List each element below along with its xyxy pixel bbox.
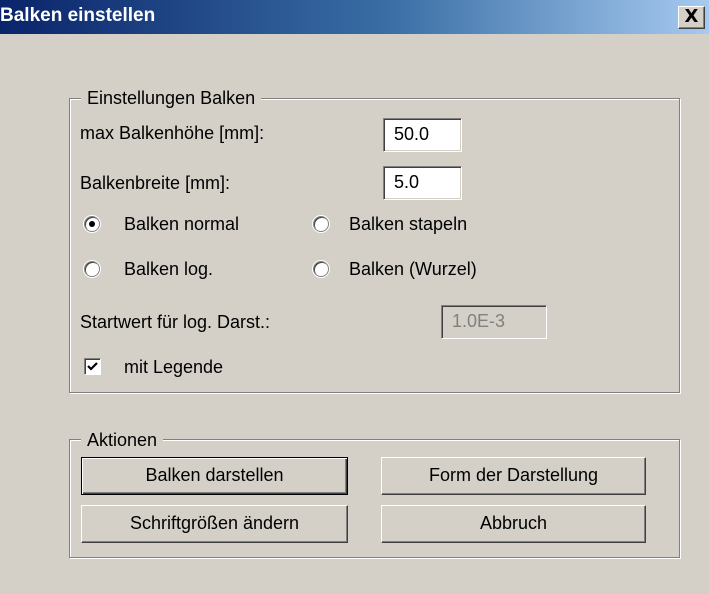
start-value-input[interactable]: 1.0E-3 — [441, 305, 547, 339]
cancel-button[interactable]: Abbruch — [381, 505, 646, 543]
window-title: Balken einstellen — [0, 5, 156, 26]
settings-group-legend: Einstellungen Balken — [81, 88, 262, 108]
legend-checkbox[interactable] — [84, 358, 101, 375]
radio-balken-log-label: Balken log. — [124, 259, 214, 279]
actions-group-legend: Aktionen — [81, 429, 164, 451]
window-left-edge — [0, 34, 4, 594]
show-bars-button[interactable]: Balken darstellen — [81, 457, 348, 495]
form-of-display-button[interactable]: Form der Darstellung — [381, 457, 646, 495]
checkmark-icon — [87, 362, 98, 371]
radio-balken-wurzel-label: Balken (Wurzel) — [349, 259, 477, 279]
max-height-input[interactable]: 50.0 — [383, 118, 462, 152]
start-value-label: Startwert für log. Darst.: — [80, 312, 271, 332]
radio-selected-dot — [89, 221, 95, 227]
radio-balken-normal[interactable] — [84, 216, 100, 232]
change-font-size-button[interactable]: Schriftgrößen ändern — [81, 505, 348, 543]
radio-balken-stapeln-label: Balken stapeln — [349, 214, 468, 234]
close-icon: X — [684, 6, 699, 27]
close-button[interactable]: X — [678, 6, 705, 29]
max-height-label: max Balkenhöhe [mm]: — [80, 123, 265, 143]
radio-balken-stapeln[interactable] — [313, 216, 329, 232]
width-input[interactable]: 5.0 — [383, 166, 462, 200]
width-label: Balkenbreite [mm]: — [80, 173, 231, 193]
radio-balken-log[interactable] — [84, 261, 100, 277]
radio-balken-normal-label: Balken normal — [124, 214, 240, 234]
title-bar: Balken einstellen X — [0, 0, 709, 34]
radio-balken-wurzel[interactable] — [313, 261, 329, 277]
legend-checkbox-label: mit Legende — [124, 357, 224, 377]
